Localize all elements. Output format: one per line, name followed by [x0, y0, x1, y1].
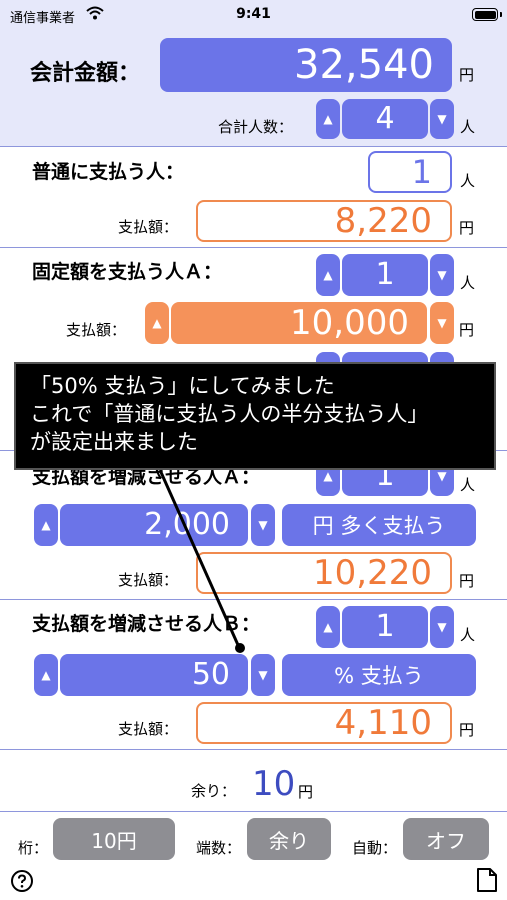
- annotation-callout: 「50% 支払う」にしてみました これで「普通に支払う人の半分支払う人」 が設定…: [14, 362, 496, 470]
- callout-line-1: 「50% 支払う」にしてみました: [30, 374, 335, 398]
- callout-line-2: これで「普通に支払う人の半分支払う人」: [30, 402, 429, 426]
- callout-line-3: が設定出来ました: [30, 430, 198, 454]
